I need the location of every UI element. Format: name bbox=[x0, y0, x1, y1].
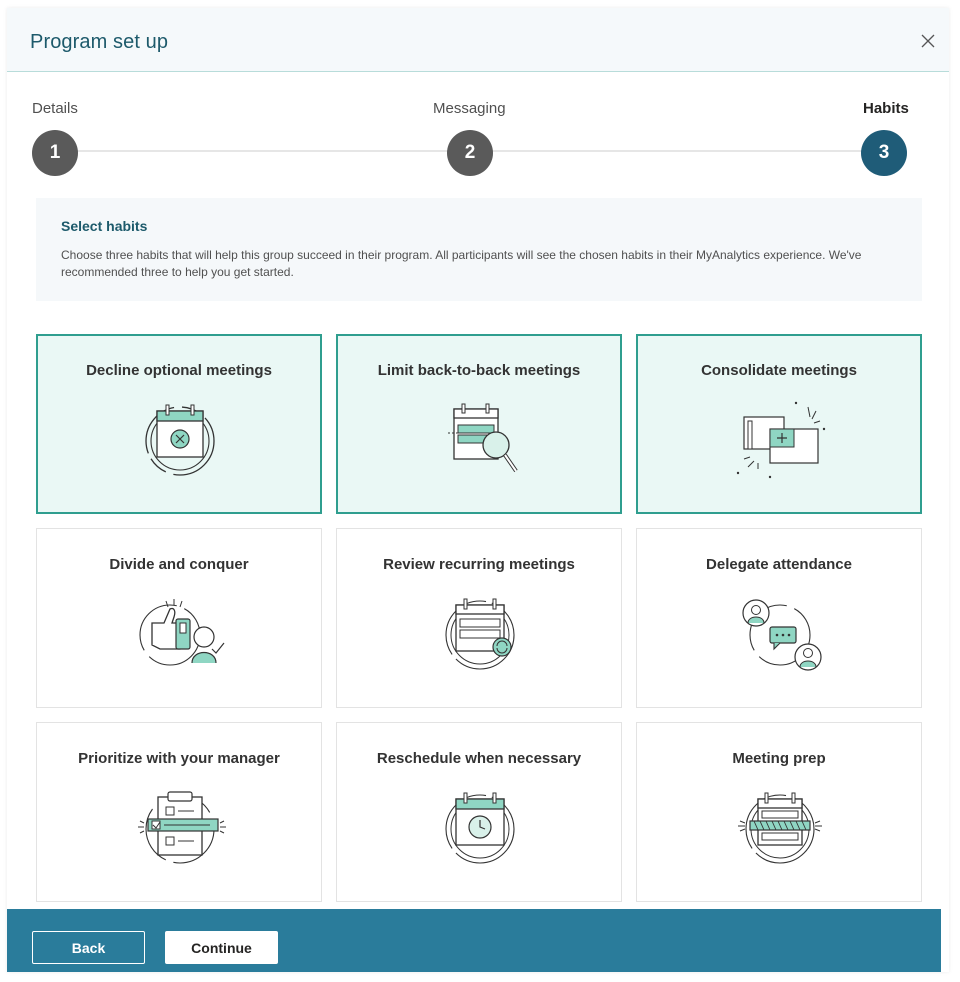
habit-card-limit-back-to-back[interactable]: Limit back-to-back meetings bbox=[336, 334, 622, 514]
people-chat-icon bbox=[742, 599, 822, 671]
calendar-recurring-icon bbox=[445, 598, 515, 670]
info-title: Select habits bbox=[61, 218, 148, 234]
habit-card-review-recurring[interactable]: Review recurring meetings bbox=[336, 528, 622, 708]
habit-title: Decline optional meetings bbox=[86, 362, 272, 379]
consolidate-icon bbox=[736, 401, 826, 479]
close-icon bbox=[921, 34, 935, 48]
step-label-habits: Habits bbox=[863, 100, 909, 117]
calendar-clock-icon bbox=[445, 792, 515, 864]
dialog-header: Program set up bbox=[7, 8, 949, 72]
habit-title: Divide and conquer bbox=[109, 556, 249, 573]
program-setup-dialog: Program set up Details 1 Messaging 2 Hab… bbox=[7, 8, 949, 972]
calendar-prep-icon bbox=[738, 792, 822, 864]
habit-title: Limit back-to-back meetings bbox=[377, 362, 581, 379]
habit-card-divide-conquer[interactable]: Divide and conquer bbox=[36, 528, 322, 708]
habit-card-reschedule[interactable]: Reschedule when necessary bbox=[336, 722, 622, 902]
info-text: Choose three habits that will help this … bbox=[61, 248, 862, 279]
close-button[interactable] bbox=[917, 30, 939, 52]
habit-card-delegate-attendance[interactable]: Delegate attendance bbox=[636, 528, 922, 708]
habit-card-meeting-prep[interactable]: Meeting prep bbox=[636, 722, 922, 902]
step-label-details: Details bbox=[32, 100, 78, 117]
calendar-decline-icon bbox=[145, 404, 215, 476]
dialog-footer: Back Continue bbox=[7, 909, 941, 972]
info-panel: Select habits Choose three habits that w… bbox=[36, 198, 922, 301]
step-2[interactable]: 2 bbox=[447, 130, 493, 176]
step-label-messaging: Messaging bbox=[433, 100, 506, 117]
continue-button[interactable]: Continue bbox=[165, 931, 278, 964]
step-1[interactable]: 1 bbox=[32, 130, 78, 176]
habit-card-prioritize-manager[interactable]: Prioritize with your manager bbox=[36, 722, 322, 902]
habit-title: Delegate attendance bbox=[706, 556, 852, 573]
habit-title: Review recurring meetings bbox=[383, 556, 575, 573]
back-button[interactable]: Back bbox=[32, 931, 145, 964]
habit-title: Prioritize with your manager bbox=[78, 750, 280, 767]
dialog-title: Program set up bbox=[30, 31, 169, 53]
habit-title: Consolidate meetings bbox=[701, 362, 857, 379]
habit-title: Meeting prep bbox=[732, 750, 826, 767]
thumbs-up-person-icon bbox=[139, 599, 225, 666]
habit-card-decline-optional[interactable]: Decline optional meetings bbox=[36, 334, 322, 514]
clipboard-icon bbox=[138, 791, 226, 864]
habit-title: Reschedule when necessary bbox=[376, 750, 582, 767]
habit-card-consolidate[interactable]: Consolidate meetings bbox=[636, 334, 922, 514]
calendar-search-icon bbox=[448, 403, 518, 473]
step-3[interactable]: 3 bbox=[861, 130, 907, 176]
